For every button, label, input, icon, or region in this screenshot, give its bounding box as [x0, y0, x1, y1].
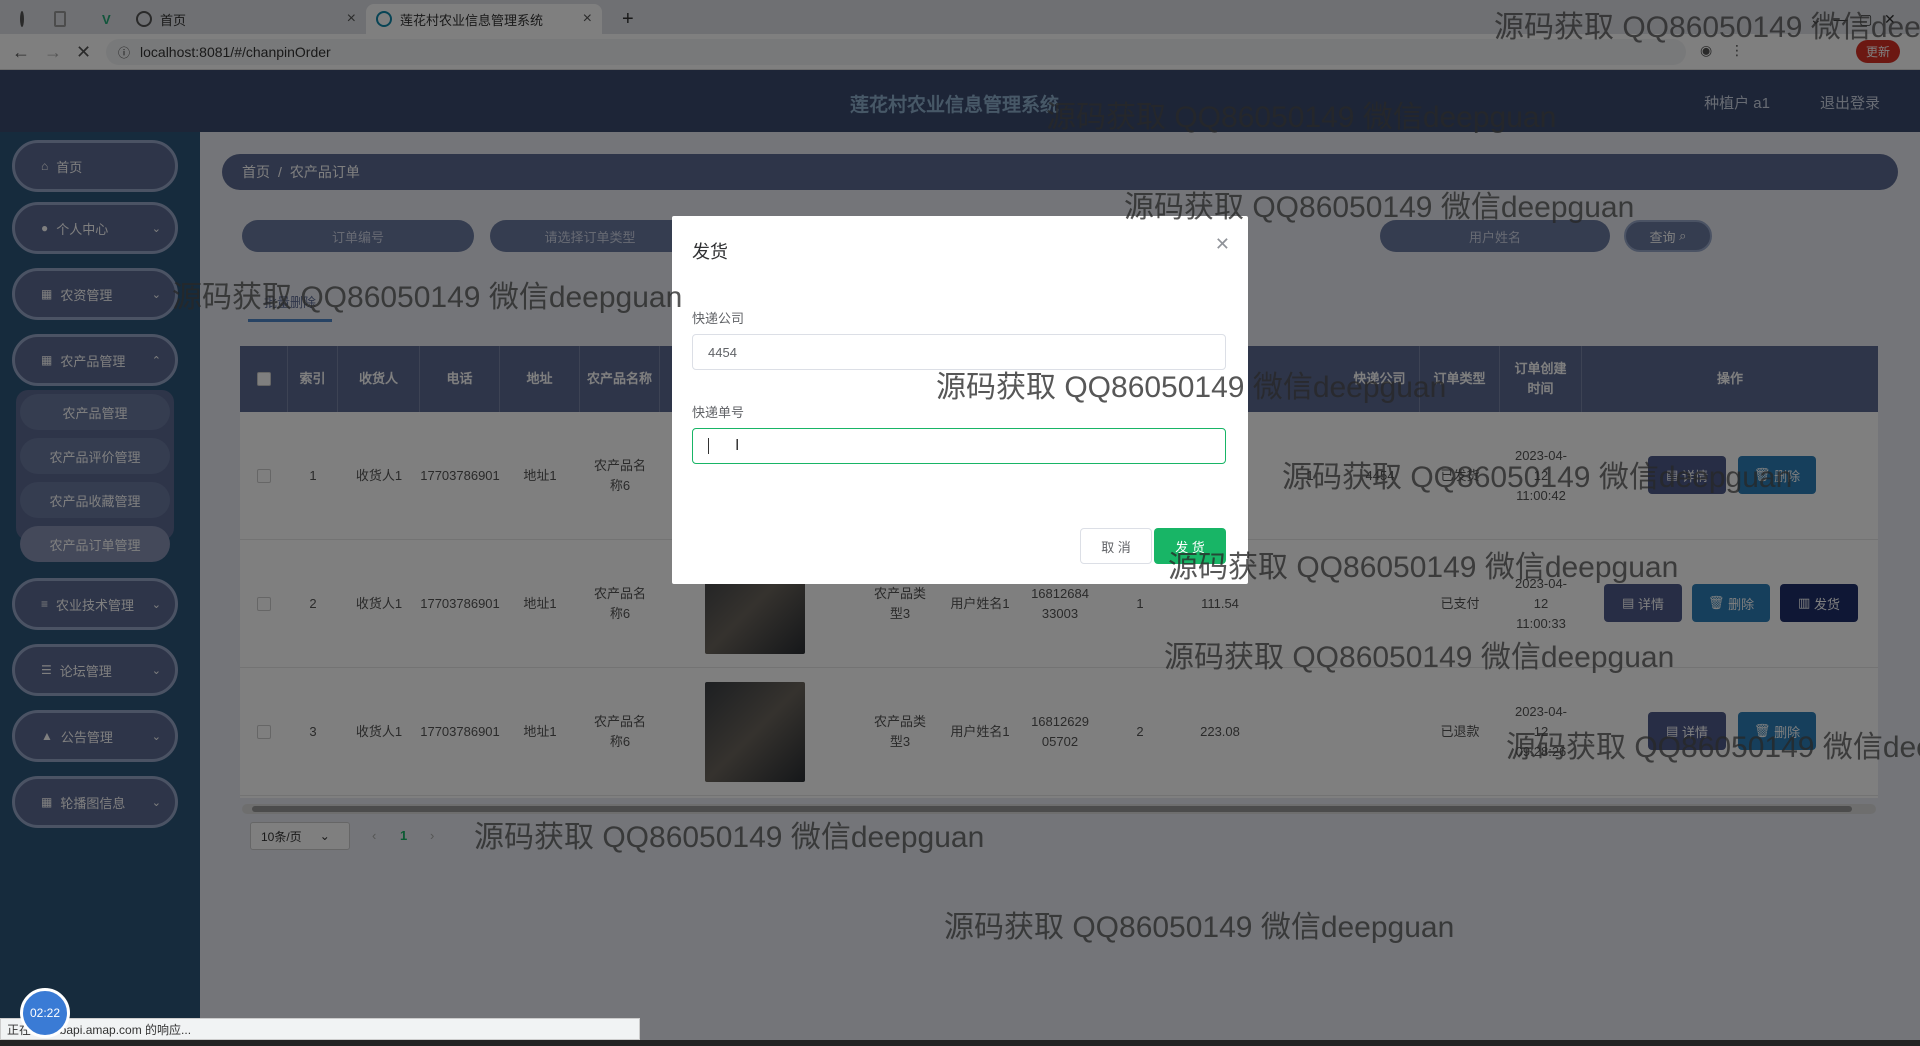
confirm-ship-button[interactable]: 发 货 [1154, 528, 1226, 564]
text-cursor-icon: I [735, 437, 740, 454]
close-icon[interactable]: ✕ [1215, 234, 1230, 255]
browser-status-bar: 正在... webapi.amap.com 的响应... [0, 1018, 640, 1040]
ship-dialog: 发货 ✕ 快递公司 4454 快递单号 I 取 消 发 货 [672, 216, 1248, 584]
company-label: 快递公司 [692, 311, 745, 326]
recording-timer: 02:22 [20, 988, 70, 1038]
express-company-input[interactable]: 4454 [692, 334, 1226, 370]
cancel-button[interactable]: 取 消 [1080, 528, 1152, 564]
tracking-label: 快递单号 [692, 405, 745, 420]
taskbar-strip [0, 1040, 1920, 1046]
tracking-number-input[interactable]: I [692, 428, 1226, 464]
dialog-title: 发货 [692, 242, 728, 262]
company-value: 4454 [708, 344, 737, 360]
text-caret [708, 438, 709, 454]
